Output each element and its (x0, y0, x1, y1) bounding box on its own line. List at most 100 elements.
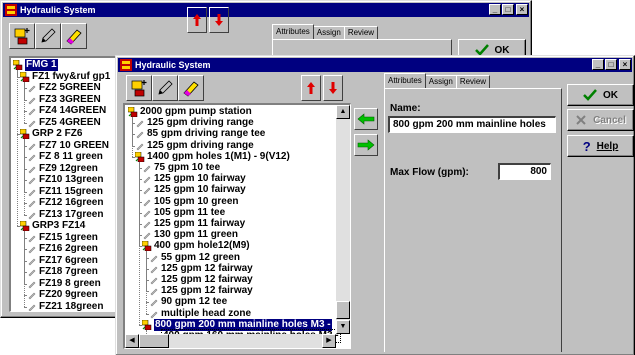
tree-item-label: 125 gpm 12 fairway (161, 262, 253, 274)
back-move-down-button[interactable] (209, 7, 229, 33)
tree-item[interactable]: 85 gpm driving range tee (135, 128, 265, 140)
tree-item[interactable]: 125 gpm driving range (135, 117, 254, 129)
tree-item[interactable]: GRP 2 FZ6 (20, 128, 82, 140)
front-tab-assign[interactable]: Assign (424, 75, 457, 88)
tree-item[interactable]: FZ16 2green (27, 243, 98, 255)
tree-item[interactable]: 90 gpm 12 tee (149, 296, 227, 308)
tree-item-label: FZ7 10 GREEN (39, 139, 110, 151)
front-tool-edit[interactable] (152, 75, 178, 101)
tree-item[interactable]: FZ1 fwy&ruf gp1 (20, 71, 110, 83)
tree-item[interactable]: FZ 8 11 green (27, 151, 103, 163)
tree-item[interactable]: FZ15 1green (27, 232, 98, 244)
tree-item[interactable]: 125 gpm 12 fairway (149, 274, 253, 286)
tree-item[interactable]: 125 gpm 12 fairway (149, 263, 253, 275)
eraser-icon (183, 81, 199, 97)
scroll-down-button[interactable]: ▼ (336, 320, 350, 334)
close-button[interactable]: × (516, 4, 528, 15)
tree-item[interactable]: FZ12 16green (27, 197, 103, 209)
tree-item[interactable]: FZ3 3GREEN (27, 94, 101, 106)
front-tool-add[interactable] (126, 75, 152, 101)
tree-item[interactable]: 125 gpm 12 fairway (149, 285, 253, 297)
back-tool-edit[interactable] (35, 23, 61, 49)
tree-item[interactable]: FZ4 14GREEN (27, 105, 106, 117)
tree-item-label: FMG 1 (25, 59, 58, 71)
back-tab-review[interactable]: Review (343, 26, 379, 39)
front-tab-attributes[interactable]: Attributes (384, 73, 426, 88)
tree-horizontal-scrollbar[interactable]: ◀ ▶ (125, 334, 336, 348)
cancel-button[interactable]: Cancel (567, 109, 634, 131)
scroll-left-button[interactable]: ◀ (125, 334, 139, 348)
tree-item-label: FZ2 5GREEN (39, 82, 101, 93)
back-tab-assign[interactable]: Assign (312, 26, 345, 39)
tree-item[interactable]: FZ18 7green (27, 266, 98, 278)
scroll-thumb-horizontal[interactable] (139, 334, 169, 348)
scroll-up-button[interactable]: ▲ (336, 105, 350, 119)
tree-connector (24, 231, 25, 307)
tree-item[interactable]: 2000 gpm pump station (128, 106, 252, 118)
pencil-icon (41, 28, 56, 43)
tree-item[interactable]: FZ17 6green (27, 255, 98, 267)
tree-item-label: 1400 gpm holes 1(M1) - 9(V12) (147, 150, 290, 162)
help-button[interactable]: ? Help (567, 135, 634, 157)
arrow-up-icon (307, 82, 315, 94)
tree-item-label: 105 gpm 11 tee (154, 206, 226, 218)
tree-item[interactable]: FZ10 13green (27, 174, 103, 186)
move-left-button[interactable] (354, 108, 378, 130)
tree-item[interactable]: FZ13 17green (27, 209, 103, 221)
tree-item-label: FZ20 9green (39, 289, 98, 300)
back-move-up-button[interactable] (187, 7, 207, 33)
max-flow-field[interactable]: 800 (498, 163, 551, 180)
tree-item[interactable]: FZ20 9green (27, 289, 98, 301)
back-tool-delete[interactable] (61, 23, 87, 49)
tree-item[interactable]: 125 gpm 11 fairway (142, 218, 245, 230)
tree-item[interactable]: multiple head zone (149, 308, 251, 320)
minimize-button[interactable]: _ (489, 4, 501, 15)
tree-connector (24, 306, 26, 308)
front-move-down-button[interactable] (323, 75, 343, 101)
tree-item[interactable]: 130 gpm 11 green (142, 229, 238, 241)
tree-item-label: 125 gpm 10 fairway (154, 173, 246, 185)
move-right-button[interactable] (354, 134, 378, 156)
tree-item[interactable]: 125 gpm 10 fairway (142, 184, 246, 196)
back-tree-view[interactable]: FMG 1 FZ1 fwy&ruf gp1 FZ2 5GREEN FZ3 3GREEN… (9, 56, 121, 312)
tree-item[interactable]: FZ21 18green (27, 301, 103, 311)
tree-item[interactable]: FZ11 15green (27, 186, 103, 198)
front-window-titlebar[interactable]: Hydraulic System _ □ × (118, 58, 632, 72)
tree-item[interactable]: FZ9 12green (27, 163, 98, 175)
tree-item[interactable]: 125 gpm 10 fairway (142, 173, 246, 185)
tree-vertical-scrollbar[interactable]: ▲ ▼ (336, 105, 350, 334)
max-flow-label: Max Flow (gpm): (390, 167, 469, 178)
tree-item[interactable]: FZ5 4GREEN (27, 117, 101, 129)
tree-item[interactable]: 400 gpm hole12(M9) (142, 240, 250, 252)
maximize-button[interactable]: □ (502, 4, 514, 15)
front-move-up-button[interactable] (301, 75, 321, 101)
front-window: Hydraulic System _ □ × 2000 gpm pump sta… (115, 55, 635, 355)
maximize-button[interactable]: □ (605, 59, 617, 70)
ok-button[interactable]: OK (567, 84, 634, 106)
close-button[interactable]: × (619, 59, 631, 70)
tree-item[interactable]: FMG 1 (13, 59, 58, 71)
tree-item[interactable]: 75 gpm 10 tee (142, 162, 220, 174)
tree-item[interactable]: 55 gpm 12 green (149, 252, 240, 264)
back-tool-add[interactable] (9, 23, 35, 49)
valve-icon (28, 304, 36, 311)
name-field[interactable]: 800 gpm 200 mm mainline holes (388, 116, 556, 133)
front-tool-delete[interactable] (178, 75, 204, 101)
tree-item-label: 125 gpm 11 fairway (154, 218, 246, 229)
valve-icon (136, 143, 144, 151)
tree-item[interactable]: GRP3 FZ14 (20, 220, 85, 232)
minimize-button[interactable]: _ (592, 59, 604, 70)
front-tree-view[interactable]: 2000 gpm pump station 125 gpm driving ran… (123, 103, 351, 349)
scroll-thumb[interactable] (336, 301, 350, 319)
tree-item[interactable]: FZ7 10 GREEN (27, 140, 109, 152)
tree-item[interactable]: 125 gpm driving range (135, 140, 254, 152)
scroll-right-button[interactable]: ▶ (322, 334, 336, 348)
tree-item[interactable]: 105 gpm 10 green (142, 196, 238, 208)
back-window-titlebar[interactable]: Hydraulic System _ □ × (3, 3, 529, 17)
tree-item[interactable]: FZ2 5GREEN (27, 82, 101, 94)
tree-item[interactable]: 1400 gpm holes 1(M1) - 9(V12) (135, 151, 290, 163)
back-tab-attributes[interactable]: Attributes (272, 24, 314, 39)
front-tab-review[interactable]: Review (455, 75, 491, 88)
tree-item[interactable]: FZ19 8 green (27, 278, 101, 290)
tree-item[interactable]: 105 gpm 11 tee (142, 207, 225, 219)
